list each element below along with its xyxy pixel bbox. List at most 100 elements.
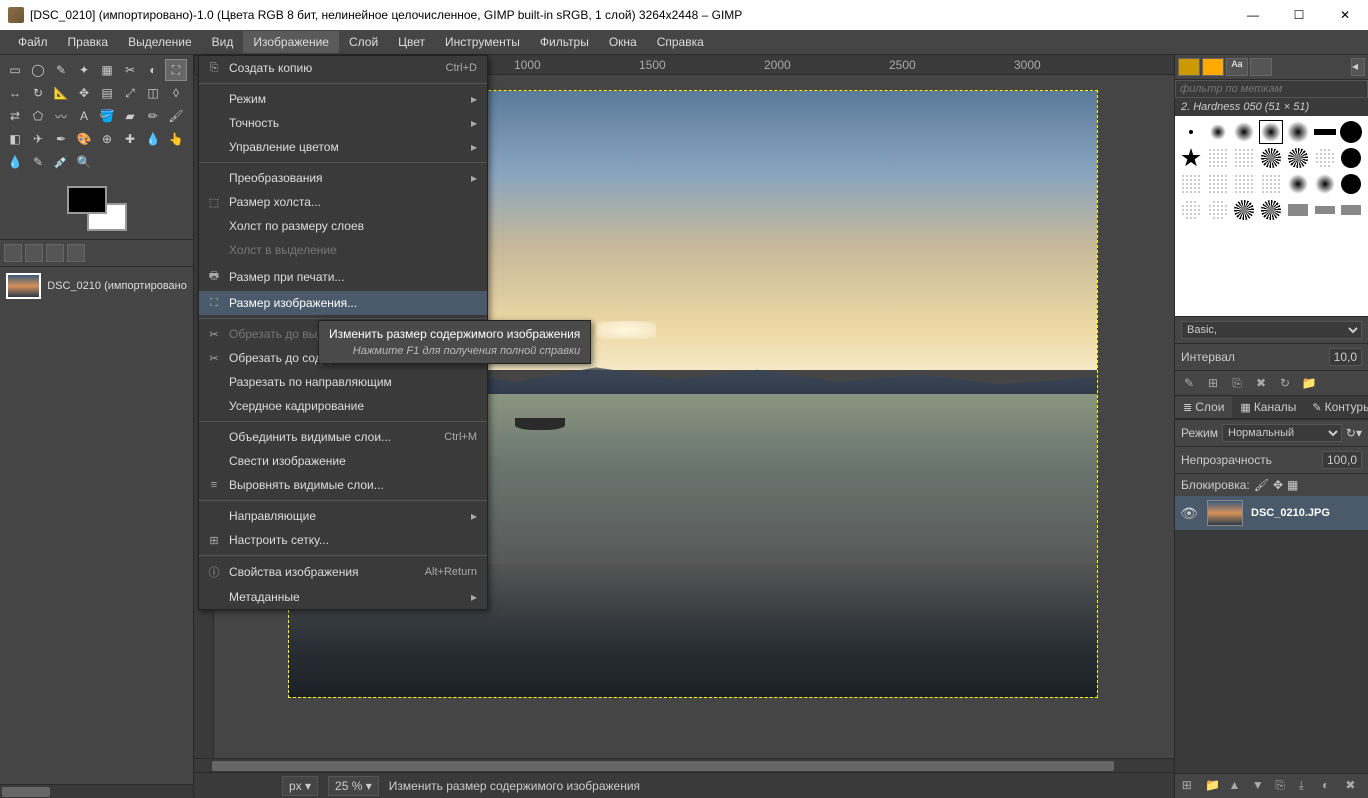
menu-item[interactable]: ⊞Настроить сетку... (199, 528, 487, 552)
tool-gradient[interactable]: ▰ (119, 105, 141, 127)
minimize-button[interactable]: — (1230, 0, 1276, 30)
tab-images-icon[interactable] (67, 244, 85, 262)
menu-item[interactable]: ⓘСвойства изображенияAlt+Return (199, 559, 487, 585)
menu-item[interactable]: Управление цветом▸ (199, 135, 487, 159)
tool-rect-select[interactable]: ▭ (4, 59, 26, 81)
unit-select[interactable]: px ▾ (282, 776, 318, 796)
tool-crop[interactable]: ⛶ (165, 59, 187, 81)
brush-item[interactable] (1286, 146, 1310, 170)
tool-warp[interactable]: 〰 (50, 105, 72, 127)
tab-patterns-icon[interactable] (1202, 58, 1224, 76)
menu-изображение[interactable]: Изображение (243, 31, 339, 53)
new-brush-icon[interactable]: ⊞ (1205, 375, 1221, 391)
refresh-brush-icon[interactable]: ↻ (1277, 375, 1293, 391)
tool-perspective[interactable]: ◊ (165, 82, 187, 104)
color-swatch[interactable] (67, 186, 127, 231)
tool-picker[interactable]: 💉 (50, 151, 72, 173)
menu-item[interactable]: Разрезать по направляющим (199, 370, 487, 394)
menu-item[interactable]: Преобразования▸ (199, 166, 487, 190)
tool-path[interactable]: ✎ (27, 151, 49, 173)
tool-eraser[interactable]: ◧ (4, 128, 26, 150)
menu-файл[interactable]: Файл (8, 31, 58, 53)
menu-правка[interactable]: Правка (58, 31, 119, 53)
tab-layers[interactable]: ≣Слои (1175, 396, 1232, 418)
menu-item[interactable]: Режим▸ (199, 87, 487, 111)
tool-text[interactable]: A (73, 105, 95, 127)
tool-ink[interactable]: ✒ (50, 128, 72, 150)
mode-reset-icon[interactable]: ↻▾ (1346, 426, 1362, 440)
mask-icon[interactable]: ◐ (1322, 778, 1338, 794)
dup-layer-icon[interactable]: ⎘ (1275, 778, 1291, 794)
tool-bucket[interactable]: 🪣 (96, 105, 118, 127)
brush-item[interactable] (1232, 120, 1256, 144)
tool-mypaint[interactable]: 🎨 (73, 128, 95, 150)
tab-fonts-icon[interactable]: Aa (1226, 58, 1248, 76)
layer-name[interactable]: DSC_0210.JPG (1251, 507, 1330, 519)
tool-dodge[interactable]: 💧 (4, 151, 26, 173)
tab-paths[interactable]: ✎Контуры (1304, 396, 1368, 418)
tool-heal[interactable]: ✚ (119, 128, 141, 150)
menu-item[interactable]: Точность▸ (199, 111, 487, 135)
tool-scissors[interactable]: ✂ (119, 59, 141, 81)
lower-icon[interactable]: ▼ (1252, 778, 1268, 794)
brush-item[interactable] (1206, 120, 1230, 144)
brush-item[interactable] (1286, 120, 1310, 144)
tab-channels[interactable]: ▦Каналы (1232, 396, 1304, 418)
brush-item[interactable] (1339, 198, 1363, 222)
group-icon[interactable]: 📁 (1205, 778, 1221, 794)
brush-item[interactable] (1286, 172, 1310, 196)
tool-foreground[interactable]: ◐ (142, 59, 164, 81)
brush-item[interactable] (1313, 172, 1337, 196)
brush-item[interactable] (1179, 146, 1203, 170)
tab-brushes-icon[interactable] (1178, 58, 1200, 76)
brush-filter-input[interactable] (1175, 80, 1368, 98)
layer-item[interactable]: 👁 DSC_0210.JPG (1175, 496, 1368, 530)
tool-free-select[interactable]: ✎ (50, 59, 72, 81)
tab-history2-icon[interactable] (1250, 58, 1272, 76)
menu-item[interactable]: Свести изображение (199, 449, 487, 473)
menu-item[interactable]: ≡Выровнять видимые слои... (199, 473, 487, 497)
tool-flip[interactable]: ⇄ (4, 105, 26, 127)
raise-icon[interactable]: ▲ (1228, 778, 1244, 794)
menu-фильтры[interactable]: Фильтры (530, 31, 599, 53)
menu-слой[interactable]: Слой (339, 31, 388, 53)
menu-item[interactable]: Направляющие▸ (199, 504, 487, 528)
lock-paint-icon[interactable]: 🖌 (1254, 478, 1269, 492)
brush-item[interactable] (1179, 172, 1203, 196)
tool-brush[interactable]: 🖌 (165, 105, 187, 127)
menu-item[interactable]: ⎘Создать копиюCtrl+D (199, 56, 487, 80)
brush-item[interactable] (1206, 146, 1230, 170)
brush-item[interactable] (1339, 120, 1363, 144)
brush-item[interactable] (1232, 172, 1256, 196)
zoom-select[interactable]: 25 % ▾ (328, 776, 379, 796)
brush-item[interactable] (1259, 146, 1283, 170)
brush-item[interactable] (1179, 198, 1203, 222)
interval-value[interactable]: 10,0 (1329, 348, 1362, 366)
tool-blur[interactable]: 💧 (142, 128, 164, 150)
left-hscroll[interactable] (0, 784, 193, 798)
brush-item[interactable] (1313, 198, 1337, 222)
menu-item[interactable]: Усердное кадрирование (199, 394, 487, 418)
images-list-item[interactable]: DSC_0210 (импортировано) (0, 267, 193, 305)
mode-select[interactable]: Нормальный (1222, 424, 1342, 442)
tab-tool-options-icon[interactable] (4, 244, 22, 262)
tool-airbrush[interactable]: ✈ (27, 128, 49, 150)
tab-device-icon[interactable] (25, 244, 43, 262)
menu-item[interactable]: ⛶Размер изображения... (199, 291, 487, 315)
menu-item[interactable]: 🖶Размер при печати... (199, 262, 487, 291)
tool-scale[interactable]: ⤢ (119, 82, 141, 104)
tool-shear[interactable]: ◫ (142, 82, 164, 104)
menu-item[interactable]: Холст по размеру слоев (199, 214, 487, 238)
brush-item[interactable] (1339, 146, 1363, 170)
tool-move[interactable]: ✥ (73, 82, 95, 104)
tool-fuzzy-select[interactable]: ✦ (73, 59, 95, 81)
maximize-button[interactable]: ☐ (1276, 0, 1322, 30)
tool-zoom[interactable]: 🔍 (73, 151, 95, 173)
tool-measure[interactable]: 📐 (50, 82, 72, 104)
tab-history-icon[interactable] (46, 244, 64, 262)
visibility-icon[interactable]: 👁 (1179, 505, 1199, 522)
menu-item[interactable]: ⬚Размер холста... (199, 190, 487, 214)
menu-item[interactable]: Объединить видимые слои...Ctrl+M (199, 425, 487, 449)
tool-color-select[interactable]: ▦ (96, 59, 118, 81)
brush-item[interactable] (1232, 146, 1256, 170)
